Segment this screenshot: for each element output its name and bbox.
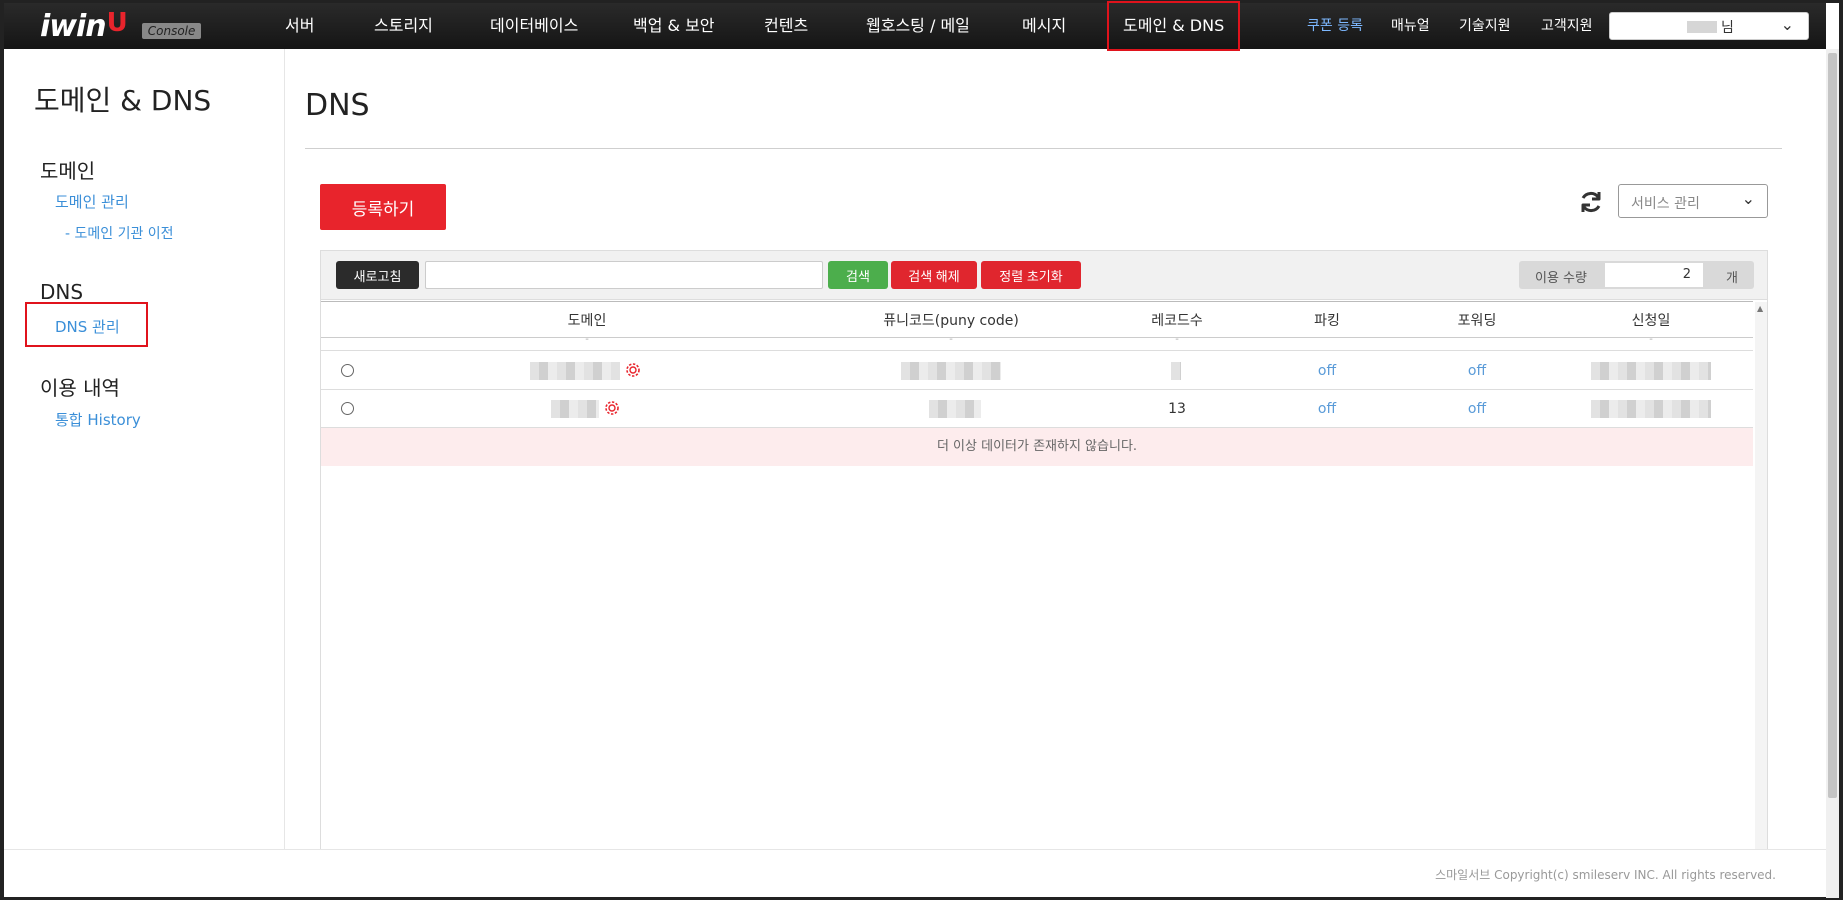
usage-count-box: 이용 수량 2 개 (1519, 261, 1754, 289)
logo-text: iwin (40, 9, 107, 44)
domain-redacted (530, 362, 620, 380)
nav-item-server[interactable]: 서버 (285, 3, 314, 49)
service-manage-select[interactable]: 서비스 관리 ⌄ (1618, 184, 1768, 218)
coupon-register-link[interactable]: 쿠폰 등록 (1307, 3, 1363, 49)
filter-date[interactable]: - (1649, 334, 1653, 345)
usage-unit: 개 (1726, 271, 1738, 286)
column-header-forwarding[interactable]: 포워딩 (1458, 310, 1497, 330)
sidebar: 도메인 & DNS 도메인 도메인 관리 - 도메인 기관 이전 DNS DNS… (4, 49, 285, 849)
nav-item-message[interactable]: 메시지 (1022, 3, 1066, 49)
gear-icon[interactable] (602, 398, 622, 418)
sidebar-item-dns-manage[interactable]: DNS 관리 (55, 316, 120, 337)
puny-redacted (901, 362, 1001, 380)
table-header: 도메인 퓨니코드(puny code) 레코드수 파킹 포워딩 신청일 (321, 301, 1753, 338)
page-scrollbar-thumb[interactable] (1828, 53, 1837, 798)
usage-value: 2 (1605, 263, 1703, 287)
filter-domain[interactable]: - (585, 334, 589, 345)
user-name-redacted (1687, 21, 1717, 33)
sidebar-item-domain-manage[interactable]: 도메인 관리 (55, 191, 129, 212)
footer: 스마일서브 Copyright(c) smileserv INC. All ri… (4, 849, 1826, 897)
sidebar-group-dns: DNS (40, 280, 84, 304)
title-divider (305, 148, 1782, 149)
chevron-down-icon: ⌄ (1741, 189, 1755, 208)
refresh-icon[interactable] (1577, 188, 1605, 216)
column-header-parking[interactable]: 파킹 (1314, 310, 1340, 330)
user-suffix: 님 (1721, 20, 1734, 36)
nav-item-contents[interactable]: 컨텐츠 (764, 3, 808, 49)
table-row[interactable]: off off (321, 352, 1753, 390)
sidebar-item-domain-transfer[interactable]: - 도메인 기관 이전 (65, 223, 174, 243)
domain-redacted (551, 400, 599, 418)
records-count: 13 (1168, 401, 1186, 417)
chevron-down-icon: ⌄ (1780, 15, 1794, 34)
column-header-date[interactable]: 신청일 (1632, 310, 1671, 330)
search-input[interactable] (425, 261, 823, 289)
sidebar-item-history[interactable]: 통합 History (55, 409, 141, 430)
logo-smile-icon: U (106, 7, 128, 38)
copyright-text: 스마일서브 Copyright(c) smileserv INC. All ri… (1435, 868, 1776, 882)
column-header-records[interactable]: 레코드수 (1151, 310, 1203, 330)
search-button[interactable]: 검색 (828, 261, 888, 289)
sidebar-title: 도메인 & DNS (34, 84, 212, 117)
page-title: DNS (305, 88, 370, 123)
refresh-list-button[interactable]: 새로고침 (336, 261, 419, 289)
table-scrollbar[interactable]: ▲ (1755, 302, 1767, 850)
forwarding-status[interactable]: off (1468, 363, 1486, 379)
sidebar-group-domain: 도메인 (40, 159, 96, 183)
row-select-radio[interactable] (341, 364, 354, 377)
dns-list-panel: 새로고침 검색 검색 해제 정렬 초기화 이용 수량 2 개 도메인 퓨니코드(… (320, 250, 1768, 850)
nav-item-backup-security[interactable]: 백업 & 보안 (633, 3, 715, 49)
date-redacted (1591, 400, 1711, 418)
puny-redacted (929, 400, 981, 418)
empty-message-row: 더 이상 데이터가 존재하지 않습니다. (321, 428, 1753, 466)
logo-badge: Console (141, 22, 202, 39)
forwarding-status[interactable]: off (1468, 401, 1486, 417)
filter-puny[interactable]: - (949, 334, 953, 345)
sidebar-group-usage: 이용 내역 (40, 376, 120, 400)
row-select-radio[interactable] (341, 402, 354, 415)
nav-item-database[interactable]: 데이터베이스 (490, 3, 578, 49)
tech-support-link[interactable]: 기술지원 (1459, 3, 1511, 49)
reset-sort-button[interactable]: 정렬 초기화 (981, 261, 1081, 289)
column-header-puny[interactable]: 퓨니코드(puny code) (883, 310, 1019, 330)
date-redacted (1591, 362, 1711, 380)
records-redacted (1171, 362, 1181, 380)
column-header-domain[interactable]: 도메인 (568, 310, 607, 330)
scroll-up-icon[interactable]: ▲ (1757, 304, 1763, 313)
register-button[interactable]: 등록하기 (320, 184, 446, 230)
gear-icon[interactable] (623, 360, 643, 380)
service-select-value: 서비스 관리 (1631, 196, 1700, 212)
clear-search-button[interactable]: 검색 해제 (891, 261, 977, 289)
logo[interactable]: iwin U Console (40, 7, 202, 44)
nav-item-storage[interactable]: 스토리지 (374, 3, 433, 49)
user-account-select[interactable]: 님 ⌄ (1609, 12, 1809, 40)
manual-link[interactable]: 매뉴얼 (1391, 3, 1430, 49)
nav-item-domain-dns[interactable]: 도메인 & DNS (1107, 1, 1241, 51)
table-row[interactable]: 13 off off (321, 390, 1753, 428)
top-nav: iwin U Console 서버 스토리지 데이터베이스 백업 & 보안 컨텐… (4, 1, 1826, 51)
parking-status[interactable]: off (1318, 363, 1336, 379)
page-scrollbar[interactable] (1826, 49, 1839, 898)
customer-support-link[interactable]: 고객지원 (1541, 3, 1593, 49)
table-filter-row: - - - - (321, 334, 1753, 351)
list-toolbar: 새로고침 검색 검색 해제 정렬 초기화 이용 수량 2 개 (321, 251, 1767, 300)
parking-status[interactable]: off (1318, 401, 1336, 417)
filter-records[interactable]: - (1175, 334, 1179, 345)
nav-item-webhosting-mail[interactable]: 웹호스팅 / 메일 (866, 3, 970, 49)
usage-label: 이용 수량 (1535, 271, 1587, 286)
